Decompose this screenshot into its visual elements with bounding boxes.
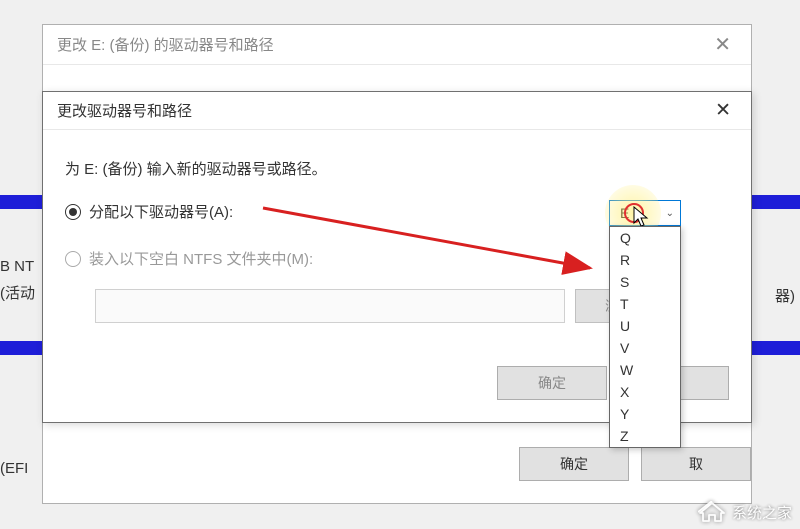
dropdown-item-R[interactable]: R xyxy=(610,249,680,271)
dropdown-item-V[interactable]: V xyxy=(610,337,680,359)
chevron-down-icon: ⌄ xyxy=(666,208,674,219)
house-icon xyxy=(698,501,726,523)
outer-dialog-title: 更改 E: (备份) 的驱动器号和路径 xyxy=(57,34,274,55)
mount-path-input xyxy=(95,289,565,323)
inner-titlebar: 更改驱动器号和路径 ✕ xyxy=(43,92,751,130)
dropdown-item-Y[interactable]: Y xyxy=(610,403,680,425)
drive-letter-dropdown[interactable]: QRSTUVWXYZ xyxy=(609,226,681,448)
bg-efi-label: (EFI xyxy=(0,460,28,477)
inner-dialog-title: 更改驱动器号和路径 xyxy=(57,100,192,121)
outer-cancel-button[interactable]: 取 xyxy=(641,447,751,481)
dropdown-item-S[interactable]: S xyxy=(610,271,680,293)
watermark-text: 系统之家 xyxy=(732,502,792,523)
inner-ok-button[interactable]: 确定 xyxy=(497,366,607,400)
dropdown-item-Q[interactable]: Q xyxy=(610,227,680,249)
dropdown-item-W[interactable]: W xyxy=(610,359,680,381)
outer-ok-button[interactable]: 确定 xyxy=(519,447,629,481)
dropdown-item-T[interactable]: T xyxy=(610,293,680,315)
inner-close-button[interactable]: ✕ xyxy=(709,99,737,122)
radio-mount-label: 装入以下空白 NTFS 文件夹中(M): xyxy=(89,248,313,269)
radio-assign-label: 分配以下驱动器号(A): xyxy=(89,201,233,222)
outer-close-button[interactable]: ✕ xyxy=(708,32,737,57)
watermark: 系统之家 xyxy=(698,501,792,523)
radio-assign-letter[interactable] xyxy=(65,204,81,220)
outer-titlebar: 更改 E: (备份) 的驱动器号和路径 ✕ xyxy=(43,25,751,65)
drive-letter-combo[interactable]: E ⌄ xyxy=(609,200,681,226)
bg-right-label: 器) xyxy=(775,285,795,306)
combo-selected-value: E xyxy=(620,205,629,221)
radio-mount-folder[interactable] xyxy=(65,251,81,267)
dropdown-item-U[interactable]: U xyxy=(610,315,680,337)
instruction-text: 为 E: (备份) 输入新的驱动器号或路径。 xyxy=(65,158,729,179)
bg-partition-label: B NT xyxy=(0,258,34,275)
dropdown-item-Z[interactable]: Z xyxy=(610,425,680,447)
bg-partition-status: (活动 xyxy=(0,282,35,303)
dropdown-item-X[interactable]: X xyxy=(610,381,680,403)
